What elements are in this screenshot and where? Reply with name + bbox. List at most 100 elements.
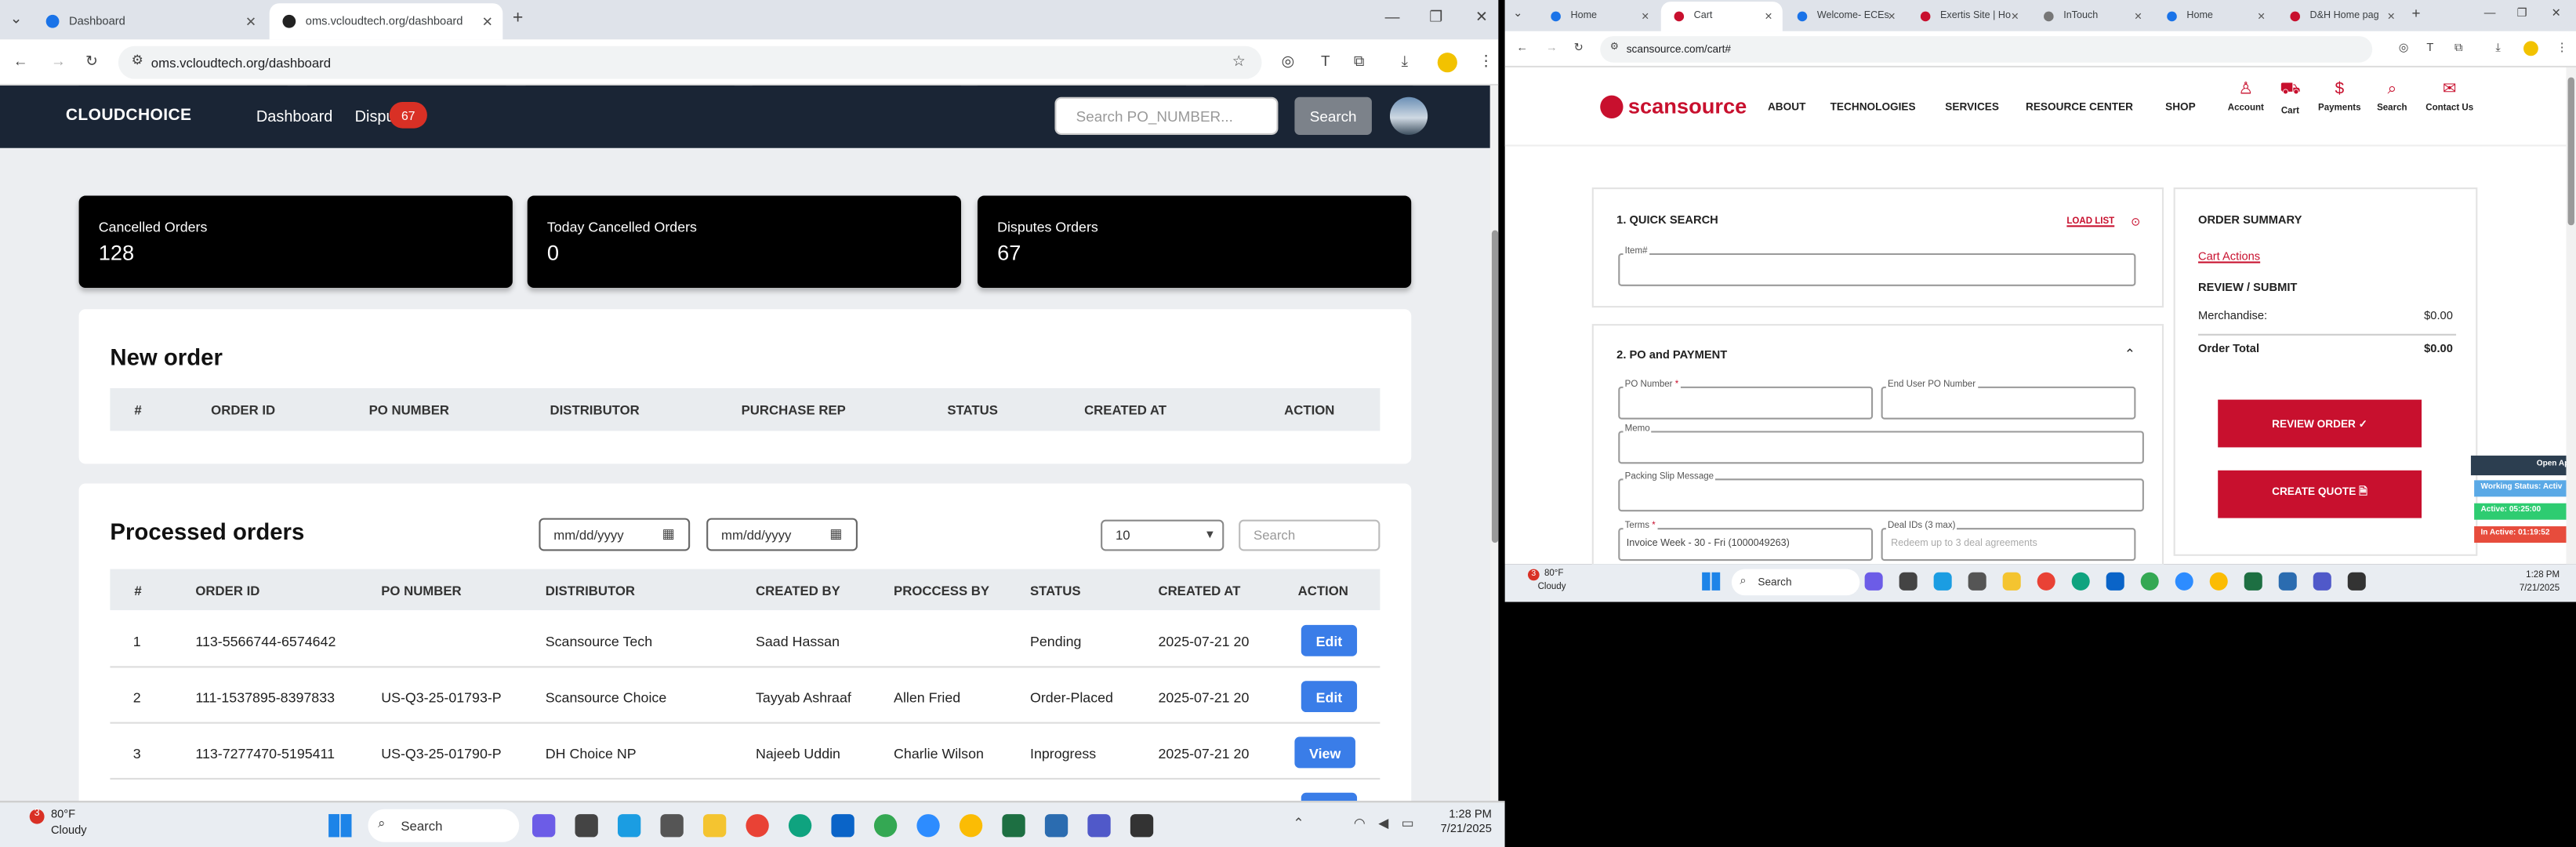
close-tab-icon[interactable]: ✕: [1642, 11, 1650, 23]
download-icon[interactable]: ⤓: [1402, 53, 1408, 69]
reload-icon[interactable]: ↻: [1574, 43, 1584, 55]
tab-home-2[interactable]: Home ✕: [2153, 2, 2275, 31]
po-search-input[interactable]: Search PO_NUMBER...: [1054, 96, 1279, 135]
zoom-icon[interactable]: [2175, 572, 2193, 591]
excel-icon[interactable]: [1002, 814, 1025, 838]
deal-ids-input[interactable]: Redeem up to 3 deal agreements: [1881, 528, 2136, 562]
nav-disputes-link[interactable]: Dispu: [355, 108, 395, 126]
forward-icon[interactable]: →: [51, 53, 66, 69]
chrome-icon[interactable]: [2140, 572, 2159, 591]
account-link[interactable]: ♙ Account: [2222, 81, 2269, 114]
page-size-select[interactable]: 10 ▼: [1101, 519, 1225, 551]
upload-icon[interactable]: ⊙: [2131, 216, 2140, 229]
edge-icon[interactable]: [1933, 572, 1952, 591]
sticky-notes-icon[interactable]: [1130, 814, 1154, 838]
terms-select[interactable]: Invoice Week - 30 - Fri (1000049263): [1618, 528, 1874, 562]
tab-welcome[interactable]: Welcome- ECEs ✕: [1784, 2, 1906, 31]
taskbar-search[interactable]: ⌕ Search: [1731, 569, 1860, 596]
cart-actions-link[interactable]: Cart Actions: [2198, 252, 2260, 264]
extensions-icon[interactable]: ⧉: [2454, 43, 2462, 55]
outlook-icon[interactable]: [2106, 572, 2124, 591]
close-tab-icon[interactable]: ✕: [245, 14, 256, 29]
widgets-icon[interactable]: [532, 814, 556, 838]
avatar[interactable]: [1389, 96, 1428, 135]
menu-technologies[interactable]: TECHNOLOGIES: [1830, 102, 1916, 114]
menu-icon[interactable]: ⋮: [1478, 53, 1493, 69]
packing-slip-input[interactable]: [1618, 478, 2144, 512]
reload-icon[interactable]: ↻: [85, 53, 98, 69]
edit-button-partial[interactable]: [1301, 792, 1358, 802]
bookmark-star-icon[interactable]: ☆: [1232, 53, 1246, 69]
extensions-icon[interactable]: ⧉: [1354, 53, 1364, 69]
date-to-input[interactable]: mm/dd/yyyy ▦: [706, 518, 858, 551]
chrome-icon[interactable]: [2209, 572, 2228, 591]
profile-icon[interactable]: [2523, 41, 2538, 56]
edge-icon[interactable]: [617, 814, 641, 838]
chrome-icon[interactable]: [873, 814, 898, 838]
po-search-button[interactable]: Search: [1294, 96, 1372, 135]
speaker-icon[interactable]: ◀: [1378, 816, 1388, 831]
back-icon[interactable]: ←: [1516, 43, 1528, 55]
url-field[interactable]: ⚙ scansource.com/cart#: [1600, 36, 2373, 63]
tab-exertis[interactable]: Exertis Site | Ho ✕: [1907, 2, 2029, 31]
task-view-icon[interactable]: [575, 814, 598, 838]
close-tab-icon[interactable]: ✕: [2387, 11, 2396, 23]
tab-cart[interactable]: Cart ✕: [1660, 2, 1783, 31]
windows-start-icon[interactable]: [1702, 572, 1721, 591]
date-from-input[interactable]: mm/dd/yyyy ▦: [539, 518, 691, 551]
maximize-icon[interactable]: ❐: [2517, 8, 2527, 20]
minimize-icon[interactable]: —: [2484, 8, 2496, 20]
back-icon[interactable]: ←: [13, 53, 28, 69]
contact-link[interactable]: ✉ Contact Us: [2417, 81, 2483, 114]
calculator-icon[interactable]: [660, 814, 684, 838]
scrollbar-thumb[interactable]: [2567, 77, 2574, 226]
calendar-icon[interactable]: ▦: [829, 527, 842, 541]
menu-about[interactable]: ABOUT: [1768, 102, 1805, 114]
tab-dashboard[interactable]: Dashboard ✕: [33, 3, 267, 39]
cart-link[interactable]: ⛟ Cart: [2276, 81, 2306, 117]
close-window-icon[interactable]: ✕: [1475, 9, 1488, 25]
close-tab-icon[interactable]: ✕: [1888, 11, 1896, 23]
translate-icon[interactable]: ◎: [1282, 53, 1294, 69]
menu-shop[interactable]: SHOP: [2165, 102, 2196, 114]
chevron-up-icon[interactable]: ⌃: [2124, 347, 2135, 362]
tray-chevron-icon[interactable]: ⌃: [1293, 816, 1304, 831]
wifi-icon[interactable]: ◠: [1354, 816, 1366, 831]
remote-desktop-icon[interactable]: [1044, 814, 1068, 838]
menu-resource-center[interactable]: RESOURCE CENTER: [2026, 102, 2133, 114]
clock[interactable]: 1:28 PM 7/21/2025: [2491, 571, 2560, 594]
view-button[interactable]: View: [1294, 736, 1355, 769]
calendar-icon[interactable]: ▦: [662, 527, 675, 541]
task-view-icon[interactable]: [1899, 572, 1917, 591]
edge-icon[interactable]: [2071, 572, 2090, 591]
new-tab-icon[interactable]: +: [513, 9, 523, 28]
review-order-button[interactable]: REVIEW ORDER ✓: [2218, 399, 2422, 448]
clock[interactable]: 1:28 PM 7/21/2025: [1426, 809, 1492, 836]
download-icon[interactable]: ⤓: [2495, 43, 2501, 55]
close-tab-icon[interactable]: ✕: [2257, 11, 2266, 23]
text-icon[interactable]: T: [1321, 53, 1330, 69]
sticky-notes-icon[interactable]: [2347, 572, 2366, 591]
file-explorer-icon[interactable]: [702, 814, 727, 838]
load-list-link[interactable]: LOAD LIST: [2066, 217, 2114, 227]
table-search-input[interactable]: Search: [1239, 519, 1381, 551]
tab-intouch[interactable]: InTouch ✕: [2030, 2, 2152, 31]
windows-start-icon[interactable]: [328, 814, 352, 838]
profile-icon[interactable]: [1437, 53, 1457, 73]
teams-icon[interactable]: [2313, 572, 2331, 591]
edit-button[interactable]: Edit: [1301, 624, 1358, 656]
close-tab-icon[interactable]: ✕: [482, 14, 493, 29]
text-icon[interactable]: T: [2426, 43, 2433, 55]
calculator-icon[interactable]: [1968, 572, 1986, 591]
maximize-icon[interactable]: ❐: [1429, 9, 1442, 25]
edit-button[interactable]: Edit: [1301, 681, 1358, 713]
tab-home[interactable]: Home ✕: [1538, 2, 1660, 31]
close-tab-icon[interactable]: ✕: [2011, 11, 2019, 23]
excel-icon[interactable]: [2244, 572, 2262, 591]
url-field[interactable]: ⚙ oms.vcloudtech.org/dashboard ☆: [118, 45, 1262, 79]
minimize-icon[interactable]: —: [1385, 9, 1400, 25]
chrome-icon[interactable]: [746, 814, 769, 838]
file-explorer-icon[interactable]: [2002, 572, 2021, 591]
site-info-icon[interactable]: ⚙: [1610, 43, 1619, 53]
tab-oms-dashboard[interactable]: oms.vcloudtech.org/dashboard ✕: [269, 3, 503, 40]
